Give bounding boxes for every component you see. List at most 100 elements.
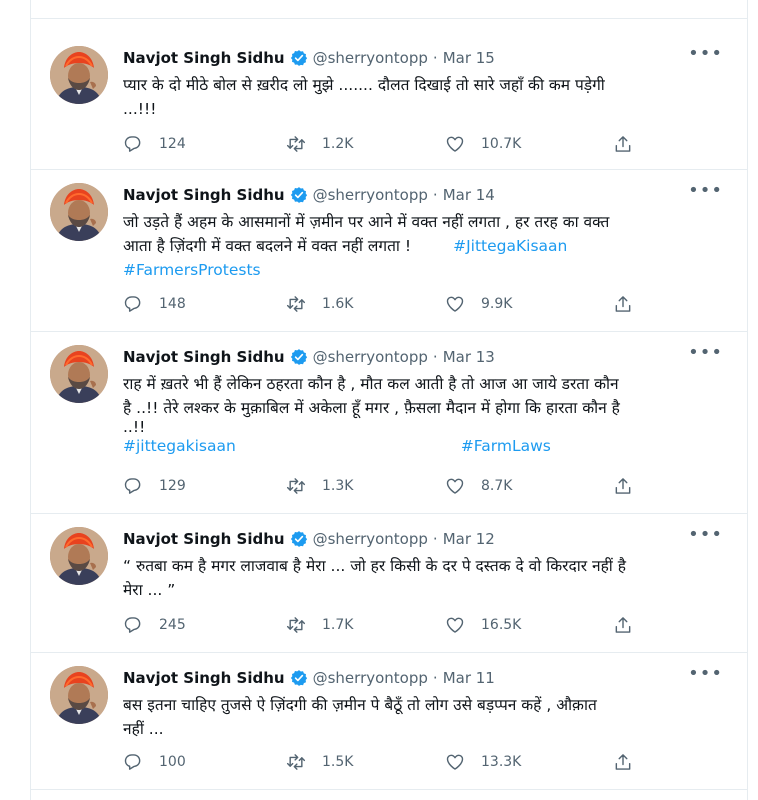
verified-badge-icon — [290, 669, 308, 687]
reply-count: 100 — [159, 754, 186, 770]
tweet[interactable]: Navjot Singh Sidhu @sherryontopp · Mar 1… — [31, 514, 747, 653]
tweet-line: #jittegakisaan #FarmLaws — [123, 434, 728, 458]
tweet-line: #FarmersProtests — [123, 258, 728, 282]
retweet-icon — [286, 136, 306, 152]
author-name[interactable]: Navjot Singh Sidhu — [123, 186, 285, 204]
avatar[interactable] — [50, 183, 108, 241]
tweet-line: राह में ख़तरे भी हैं लेकिन ठहरता कौन है … — [123, 375, 619, 393]
retweet-count: 1.6K — [322, 296, 354, 312]
reply-button[interactable]: 245 — [123, 614, 186, 636]
tweet[interactable]: Navjot Singh Sidhu @sherryontopp · Mar 1… — [31, 33, 747, 170]
tweet-line: ..!! — [123, 418, 146, 436]
avatar[interactable] — [50, 46, 108, 104]
author-handle[interactable]: @sherryontopp — [313, 348, 428, 366]
tweet-text: प्यार के दो मीठे बोल से ख़रीद लो मुझे ..… — [123, 73, 728, 121]
tweet-actions: 124 1.2K 10.7K — [123, 133, 723, 155]
like-button[interactable]: 8.7K — [445, 475, 512, 497]
avatar[interactable] — [50, 345, 108, 403]
tweet[interactable]: Navjot Singh Sidhu @sherryontopp · Mar 1… — [31, 653, 747, 790]
reply-button[interactable]: 124 — [123, 133, 186, 155]
reply-icon — [124, 136, 141, 152]
share-button[interactable] — [613, 133, 633, 155]
hashtag-link[interactable]: #FarmLaws — [461, 437, 551, 455]
like-count: 13.3K — [481, 754, 522, 770]
hashtag-link[interactable]: #JittegaKisaan — [453, 237, 567, 255]
tweet-date[interactable]: Mar 11 — [443, 669, 495, 687]
author-handle[interactable]: @sherryontopp — [313, 49, 428, 67]
tweet-line: बस इतना चाहिए तुजसे ऐ ज़िंदगी की ज़मीन प… — [123, 696, 597, 714]
tweet-actions: 100 1.5K 13.3K — [123, 751, 723, 773]
share-button[interactable] — [613, 475, 633, 497]
tweet-line: प्यार के दो मीठे बोल से ख़रीद लो मुझे ..… — [123, 76, 605, 94]
like-count: 10.7K — [481, 136, 522, 152]
tweet-header: Navjot Singh Sidhu @sherryontopp · Mar 1… — [123, 184, 495, 206]
retweet-count: 1.5K — [322, 754, 354, 770]
more-options-icon[interactable]: ••• — [688, 524, 723, 545]
share-icon — [615, 754, 631, 770]
author-name[interactable]: Navjot Singh Sidhu — [123, 49, 285, 67]
tweet-line: “ रुतबा कम है मगर लाजवाब है मेरा ... जो … — [123, 557, 626, 575]
like-count: 8.7K — [481, 478, 513, 494]
reply-icon — [124, 478, 141, 494]
tweet-date[interactable]: Mar 13 — [443, 348, 495, 366]
tweet-actions: 245 1.7K 16.5K — [123, 614, 723, 636]
tweet-actions: 148 1.6K 9.9K — [123, 293, 723, 315]
separator-dot: · — [432, 348, 438, 366]
verified-badge-icon — [290, 186, 308, 204]
share-icon — [615, 617, 631, 633]
tweet-line: है ..!! तेरे लश्कर के मुक़ाबिल में अकेला… — [123, 399, 620, 417]
retweet-button[interactable]: 1.7K — [286, 614, 353, 636]
like-icon — [446, 478, 464, 494]
author-handle[interactable]: @sherryontopp — [313, 530, 428, 548]
like-button[interactable]: 10.7K — [445, 133, 521, 155]
retweet-button[interactable]: 1.2K — [286, 133, 353, 155]
retweet-icon — [286, 754, 306, 770]
reply-count: 129 — [159, 478, 186, 494]
reply-icon — [124, 754, 141, 770]
share-button[interactable] — [613, 751, 633, 773]
hashtag-link[interactable]: #FarmersProtests — [123, 261, 261, 279]
more-options-icon[interactable]: ••• — [688, 43, 723, 64]
author-name[interactable]: Navjot Singh Sidhu — [123, 348, 285, 366]
avatar[interactable] — [50, 527, 108, 585]
tweet-text: बस इतना चाहिए तुजसे ऐ ज़िंदगी की ज़मीन प… — [123, 693, 728, 741]
tweet[interactable]: Navjot Singh Sidhu @sherryontopp · Mar 1… — [31, 170, 747, 332]
more-options-icon[interactable]: ••• — [688, 663, 723, 684]
tweet-date[interactable]: Mar 15 — [443, 49, 495, 67]
reply-icon — [124, 617, 141, 633]
author-name[interactable]: Navjot Singh Sidhu — [123, 669, 285, 687]
reply-button[interactable]: 100 — [123, 751, 186, 773]
retweet-button[interactable]: 1.3K — [286, 475, 353, 497]
author-name[interactable]: Navjot Singh Sidhu — [123, 530, 285, 548]
tweet-date[interactable]: Mar 14 — [443, 186, 495, 204]
more-options-icon[interactable]: ••• — [688, 342, 723, 363]
like-button[interactable]: 9.9K — [445, 293, 512, 315]
more-options-icon[interactable]: ••• — [688, 180, 723, 201]
tweet-line: नहीं ... — [123, 720, 164, 738]
share-button[interactable] — [613, 614, 633, 636]
tweet-text: जो उड़ते हैं अहम के आसमानों में ज़मीन पर… — [123, 210, 728, 282]
separator-dot: · — [432, 669, 438, 687]
retweet-count: 1.2K — [322, 136, 354, 152]
verified-badge-icon — [290, 348, 308, 366]
separator-dot: · — [432, 49, 438, 67]
retweet-button[interactable]: 1.5K — [286, 751, 353, 773]
like-button[interactable]: 13.3K — [445, 751, 521, 773]
tweet-header: Navjot Singh Sidhu @sherryontopp · Mar 1… — [123, 346, 495, 368]
verified-badge-icon — [290, 530, 308, 548]
reply-count: 124 — [159, 136, 186, 152]
avatar[interactable] — [50, 666, 108, 724]
tweet-header: Navjot Singh Sidhu @sherryontopp · Mar 1… — [123, 47, 495, 69]
retweet-button[interactable]: 1.6K — [286, 293, 353, 315]
tweet[interactable]: Navjot Singh Sidhu @sherryontopp · Mar 1… — [31, 332, 747, 514]
like-button[interactable]: 16.5K — [445, 614, 521, 636]
tweet-date[interactable]: Mar 12 — [443, 530, 495, 548]
author-handle[interactable]: @sherryontopp — [313, 669, 428, 687]
tweet-text: “ रुतबा कम है मगर लाजवाब है मेरा ... जो … — [123, 554, 728, 602]
author-handle[interactable]: @sherryontopp — [313, 186, 428, 204]
retweet-icon — [286, 296, 306, 312]
reply-button[interactable]: 129 — [123, 475, 186, 497]
share-button[interactable] — [613, 293, 633, 315]
hashtag-link[interactable]: #jittegakisaan — [123, 437, 236, 455]
reply-button[interactable]: 148 — [123, 293, 186, 315]
